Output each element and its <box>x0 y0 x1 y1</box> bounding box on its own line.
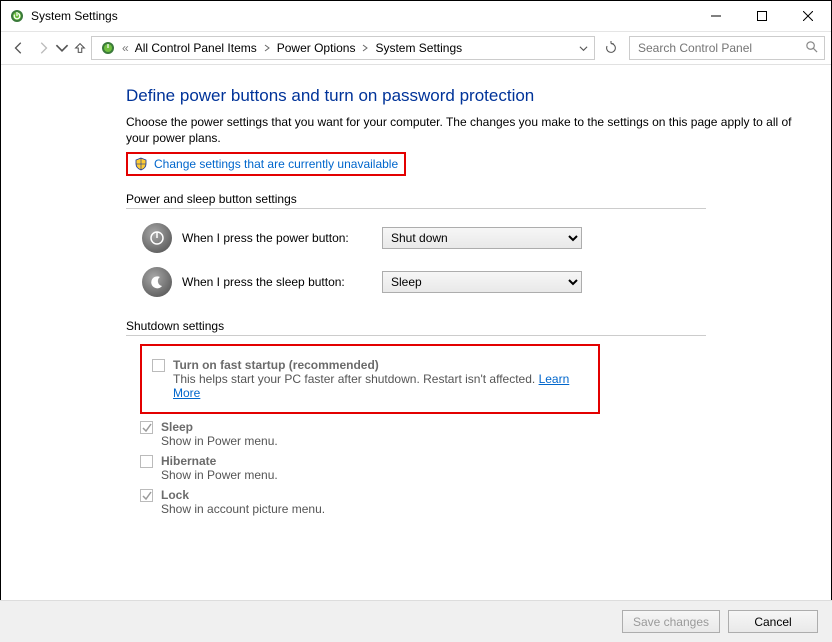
chevron-right-icon[interactable] <box>359 41 371 55</box>
breadcrumb-item[interactable]: Power Options <box>273 41 360 55</box>
breadcrumb-item[interactable]: All Control Panel Items <box>131 41 261 55</box>
search-box[interactable] <box>629 36 825 60</box>
power-button-select[interactable]: Shut down <box>382 227 582 249</box>
sleep-button-label: When I press the sleep button: <box>182 275 382 289</box>
titlebar: System Settings <box>1 1 831 31</box>
overflow-chevron-icon[interactable]: « <box>120 41 131 55</box>
recent-dropdown[interactable] <box>55 36 69 60</box>
power-button-label: When I press the power button: <box>182 231 382 245</box>
hibernate-sub: Show in Power menu. <box>161 468 808 482</box>
cancel-button[interactable]: Cancel <box>728 610 818 633</box>
sleep-title: Sleep <box>161 420 193 434</box>
lock-title: Lock <box>161 488 189 502</box>
close-button[interactable] <box>785 1 831 31</box>
breadcrumb[interactable]: « All Control Panel Items Power Options … <box>91 36 595 60</box>
power-button-row: When I press the power button: Shut down <box>142 223 808 253</box>
navbar: « All Control Panel Items Power Options … <box>1 31 831 65</box>
sleep-sub: Show in Power menu. <box>161 434 808 448</box>
back-button[interactable] <box>7 36 31 60</box>
window-title: System Settings <box>31 9 118 23</box>
search-input[interactable] <box>636 40 805 56</box>
page-description: Choose the power settings that you want … <box>126 114 808 146</box>
up-button[interactable] <box>69 41 91 55</box>
shield-icon <box>134 157 148 171</box>
fast-startup-sub: This helps start your PC faster after sh… <box>173 372 588 400</box>
hibernate-item: Hibernate Show in Power menu. <box>140 454 808 482</box>
sleep-button-row: When I press the sleep button: Sleep <box>142 267 808 297</box>
page-title: Define power buttons and turn on passwor… <box>126 86 808 106</box>
power-sleep-header: Power and sleep button settings <box>126 192 706 209</box>
main-content: Define power buttons and turn on passwor… <box>126 80 808 522</box>
chevron-right-icon[interactable] <box>261 41 273 55</box>
footer: Save changes Cancel <box>0 600 832 642</box>
lock-sub: Show in account picture menu. <box>161 502 808 516</box>
power-icon <box>142 223 172 253</box>
change-settings-link-highlight: Change settings that are currently unava… <box>126 152 406 176</box>
hibernate-title: Hibernate <box>161 454 216 468</box>
power-options-icon <box>100 40 116 56</box>
fast-startup-title: Turn on fast startup (recommended) <box>173 358 379 372</box>
maximize-button[interactable] <box>739 1 785 31</box>
sleep-icon <box>142 267 172 297</box>
sleep-item: Sleep Show in Power menu. <box>140 420 808 448</box>
shutdown-header: Shutdown settings <box>126 319 706 336</box>
refresh-button[interactable] <box>599 36 623 60</box>
minimize-button[interactable] <box>693 1 739 31</box>
fast-startup-item: Turn on fast startup (recommended) This … <box>152 358 588 400</box>
power-options-icon <box>9 8 25 24</box>
forward-button[interactable] <box>31 36 55 60</box>
lock-item: Lock Show in account picture menu. <box>140 488 808 516</box>
hibernate-checkbox[interactable] <box>140 455 153 468</box>
address-dropdown[interactable] <box>574 44 592 53</box>
save-changes-button[interactable]: Save changes <box>622 610 720 633</box>
lock-checkbox[interactable] <box>140 489 153 502</box>
fast-startup-checkbox[interactable] <box>152 359 165 372</box>
search-icon[interactable] <box>805 40 818 56</box>
change-settings-link[interactable]: Change settings that are currently unava… <box>154 157 398 171</box>
fast-startup-highlight: Turn on fast startup (recommended) This … <box>140 344 600 414</box>
sleep-button-select[interactable]: Sleep <box>382 271 582 293</box>
breadcrumb-item[interactable]: System Settings <box>371 41 466 55</box>
sleep-checkbox[interactable] <box>140 421 153 434</box>
